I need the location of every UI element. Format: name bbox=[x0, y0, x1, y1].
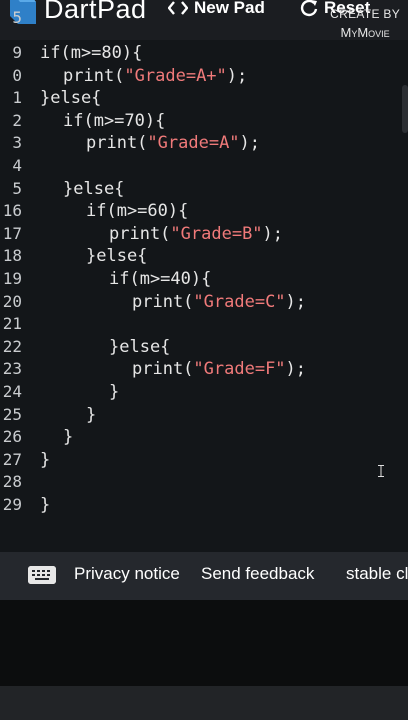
code-text: print("Grade=F"); bbox=[132, 359, 306, 379]
line-number: 24 bbox=[2, 382, 22, 401]
privacy-notice-link[interactable]: Privacy notice bbox=[74, 564, 180, 584]
line-number: 27 bbox=[2, 449, 22, 469]
code-token: ); bbox=[285, 291, 307, 312]
line-number: 4 bbox=[12, 156, 22, 175]
string-literal: "Grade=C" bbox=[193, 291, 286, 312]
code-line[interactable]: 26} bbox=[0, 427, 408, 451]
line-number: 18 bbox=[2, 246, 22, 266]
code-text: if(m>=80){ bbox=[40, 43, 142, 63]
code-line[interactable]: 3 print("Grade=A"); bbox=[0, 133, 408, 157]
code-token: } bbox=[86, 404, 97, 425]
code-text: }else{ bbox=[86, 246, 147, 266]
line-number: 21 bbox=[2, 314, 22, 334]
code-token: if(m>=80){ bbox=[40, 43, 143, 63]
code-line[interactable]: 0 print("Grade=A+"); bbox=[0, 66, 408, 90]
line-number: 25 bbox=[2, 404, 22, 424]
code-text: print("Grade=A"); bbox=[86, 133, 260, 153]
code-line[interactable]: 4 bbox=[0, 156, 408, 180]
code-token: } bbox=[109, 382, 120, 402]
keyboard-icon[interactable] bbox=[28, 566, 56, 584]
code-line[interactable]: 24} bbox=[0, 382, 408, 406]
line-number: 5 bbox=[12, 8, 22, 28]
string-literal: "Grade=A+" bbox=[124, 65, 227, 86]
code-line[interactable]: 9 if(m>=80){ bbox=[0, 43, 408, 67]
channel-selector[interactable]: stable cl bbox=[346, 564, 408, 584]
line-number: 17 bbox=[2, 223, 22, 243]
string-literal: "Grade=F" bbox=[193, 359, 286, 380]
code-token: }else{ bbox=[109, 336, 171, 357]
code-text: } bbox=[63, 427, 73, 447]
line-number: 28 bbox=[2, 472, 22, 492]
code-token: }else{ bbox=[63, 178, 125, 199]
line-number: 2 bbox=[12, 110, 22, 130]
code-text: } bbox=[40, 495, 50, 515]
code-token: } bbox=[40, 449, 51, 470]
code-line[interactable]: 5 }else{ bbox=[0, 179, 408, 203]
send-feedback-link[interactable]: Send feedback bbox=[201, 564, 314, 584]
code-line[interactable]: 22 }else{ bbox=[0, 337, 408, 361]
code-text: }else{ bbox=[63, 179, 124, 199]
code-token: }else{ bbox=[86, 246, 148, 267]
code-token: if(m>=70){ bbox=[63, 110, 166, 131]
code-token: print( bbox=[86, 133, 148, 154]
code-text: } bbox=[40, 450, 50, 470]
line-number: 9 bbox=[12, 43, 22, 62]
line-number: 19 bbox=[2, 269, 22, 288]
code-text: print("Grade=C"); bbox=[132, 292, 306, 312]
code-token: ); bbox=[239, 133, 261, 154]
code-line[interactable]: 27} bbox=[0, 450, 408, 474]
code-token: ); bbox=[262, 223, 284, 244]
line-number: 0 bbox=[12, 65, 22, 85]
code-token: print( bbox=[63, 65, 125, 86]
code-line[interactable]: 21 bbox=[0, 314, 408, 338]
code-text: }else{ bbox=[109, 337, 170, 357]
code-token: print( bbox=[109, 223, 171, 244]
code-line[interactable]: 29} bbox=[0, 495, 408, 519]
code-token: } bbox=[40, 495, 51, 515]
string-literal: "Grade=A" bbox=[147, 133, 240, 154]
line-number: 29 bbox=[2, 495, 22, 514]
code-token: ); bbox=[285, 359, 307, 380]
footer-bar: Privacy notice Send feedback stable cl bbox=[0, 552, 408, 600]
code-token: } bbox=[63, 427, 74, 448]
code-token: print( bbox=[132, 359, 194, 380]
code-editor[interactable]: 5 9 if(m>=80){0 print("Grade=A+"); 1}else{2 i… bbox=[0, 8, 408, 552]
code-token: }else{ bbox=[40, 88, 102, 109]
code-line[interactable]: 1 }else{ bbox=[0, 88, 408, 112]
code-line[interactable]: 18 }else{ bbox=[0, 246, 408, 270]
code-token: if(m>=60){ bbox=[86, 201, 189, 222]
code-line[interactable]: 23 print("Grade=F"); bbox=[0, 359, 408, 383]
dartpad-screen: DartPad New Pad Reset CREATE BY MyMovie bbox=[0, 0, 408, 720]
code-line[interactable]: 20 print("Grade=C"); bbox=[0, 292, 408, 316]
line-number: 1 bbox=[12, 88, 22, 108]
code-line[interactable]: 16 if(m>=60){ bbox=[0, 201, 408, 225]
bottom-strip bbox=[0, 686, 408, 720]
line-number: 22 bbox=[2, 336, 22, 356]
code-line[interactable]: 28 bbox=[0, 472, 408, 496]
code-text: if(m>=40){ bbox=[109, 269, 211, 289]
code-text: if(m>=60){ bbox=[86, 201, 188, 221]
line-number: 5 bbox=[12, 178, 22, 198]
string-literal: "Grade=B" bbox=[170, 223, 263, 244]
code-text: }else{ bbox=[40, 88, 101, 108]
line-number: 3 bbox=[12, 133, 22, 153]
code-text: print("Grade=A+"); bbox=[63, 66, 247, 86]
code-text: } bbox=[109, 382, 119, 402]
code-line[interactable]: 25} bbox=[0, 405, 408, 429]
line-number: 20 bbox=[2, 291, 22, 311]
code-token: if(m>=40){ bbox=[109, 269, 212, 289]
code-token: print( bbox=[132, 291, 194, 312]
code-token: ); bbox=[226, 65, 248, 86]
code-line[interactable]: 17 print("Grade=B"); bbox=[0, 224, 408, 248]
code-line[interactable]: 2 if(m>=70){ bbox=[0, 111, 408, 135]
code-text: if(m>=70){ bbox=[63, 111, 165, 131]
line-number: 26 bbox=[2, 427, 22, 447]
code-text: } bbox=[86, 405, 96, 425]
code-line[interactable]: 19 if(m>=40){ bbox=[0, 269, 408, 293]
line-number: 16 bbox=[2, 201, 22, 221]
line-number: 23 bbox=[2, 359, 22, 379]
code-text: print("Grade=B"); bbox=[109, 224, 283, 244]
code-line[interactable]: 5 bbox=[0, 8, 408, 32]
